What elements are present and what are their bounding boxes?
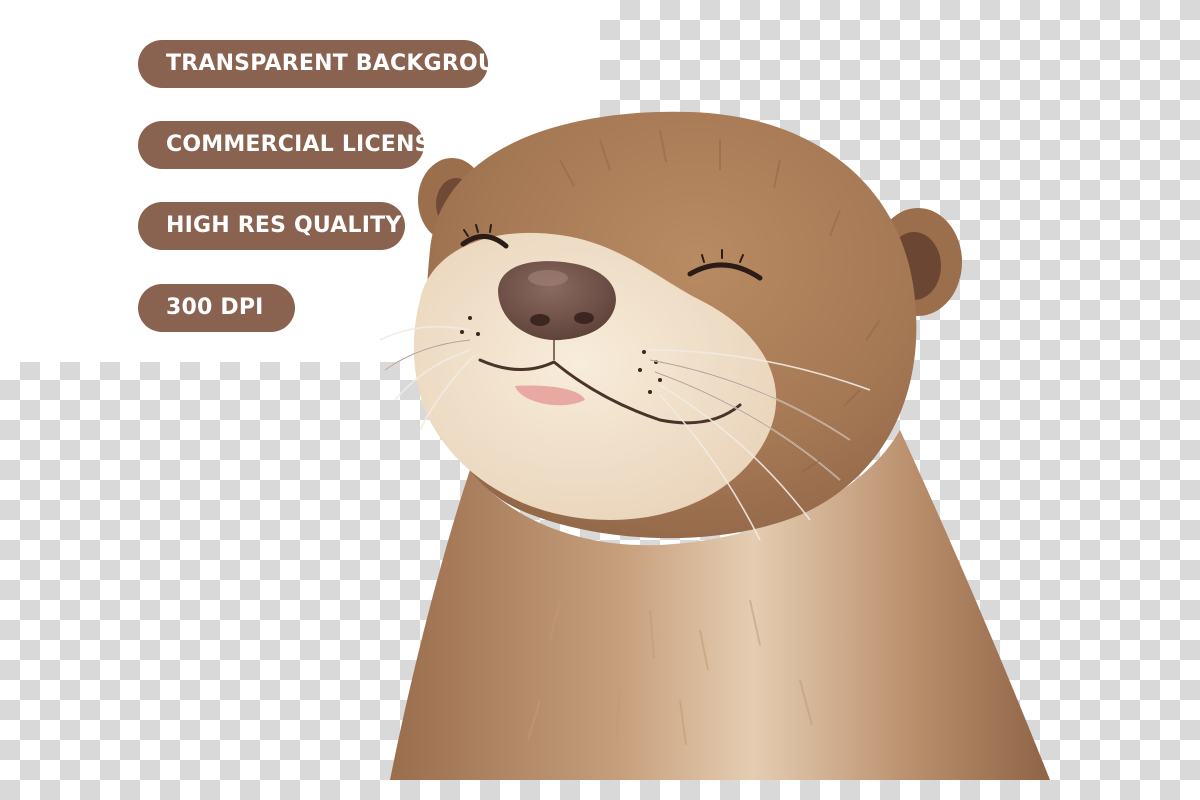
otter-illustration [379, 111, 1050, 780]
